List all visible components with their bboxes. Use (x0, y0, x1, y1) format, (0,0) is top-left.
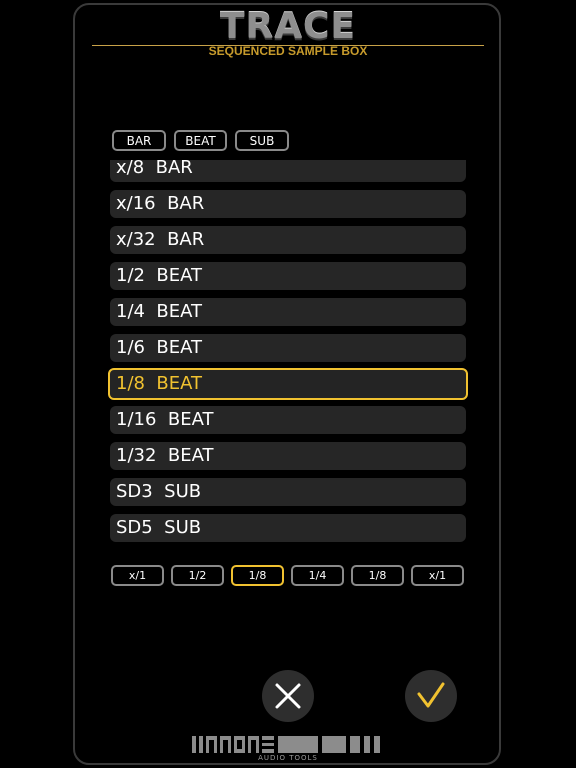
list-item[interactable]: SD3 SUB (110, 478, 466, 506)
tab-bar[interactable]: BAR (112, 130, 166, 151)
list-item[interactable]: 1/2 BEAT (110, 262, 466, 290)
app-subtitle: SEQUENCED SAMPLE BOX (208, 44, 368, 58)
list-item[interactable]: 1/4 BEAT (110, 298, 466, 326)
list-item[interactable]: x/32 BAR (110, 226, 466, 254)
tab-sub[interactable]: SUB (235, 130, 289, 151)
list-item[interactable]: 1/16 BEAT (110, 406, 466, 434)
segment-1-2[interactable]: 1/2 (171, 565, 224, 586)
confirm-button[interactable] (405, 670, 457, 722)
list-item[interactable]: x/8 BAR (110, 160, 466, 182)
list-item[interactable]: 1/32 BEAT (110, 442, 466, 470)
app-title: TRACE (219, 6, 357, 47)
brand-subtitle: AUDIO TOOLS (258, 754, 318, 762)
list-item[interactable]: x/16 BAR (110, 190, 466, 218)
segment-x1-left[interactable]: x/1 (111, 565, 164, 586)
brand-logo (192, 736, 380, 753)
list-item[interactable]: 1/6 BEAT (110, 334, 466, 362)
segment-1-8[interactable]: 1/8 (351, 565, 404, 586)
segment-x1-right[interactable]: x/1 (411, 565, 464, 586)
division-list[interactable]: x/8 BAR x/16 BAR x/32 BAR 1/2 BEAT 1/4 B… (108, 160, 468, 546)
close-icon (275, 683, 301, 709)
checkmark-icon (417, 682, 445, 708)
cancel-button[interactable] (262, 670, 314, 722)
segment-1-4[interactable]: 1/4 (291, 565, 344, 586)
list-item-selected[interactable]: 1/8 BEAT (108, 368, 468, 400)
tab-beat[interactable]: BEAT (174, 130, 227, 151)
list-item[interactable]: SD5 SUB (110, 514, 466, 542)
segment-1-8-active[interactable]: 1/8 (231, 565, 284, 586)
